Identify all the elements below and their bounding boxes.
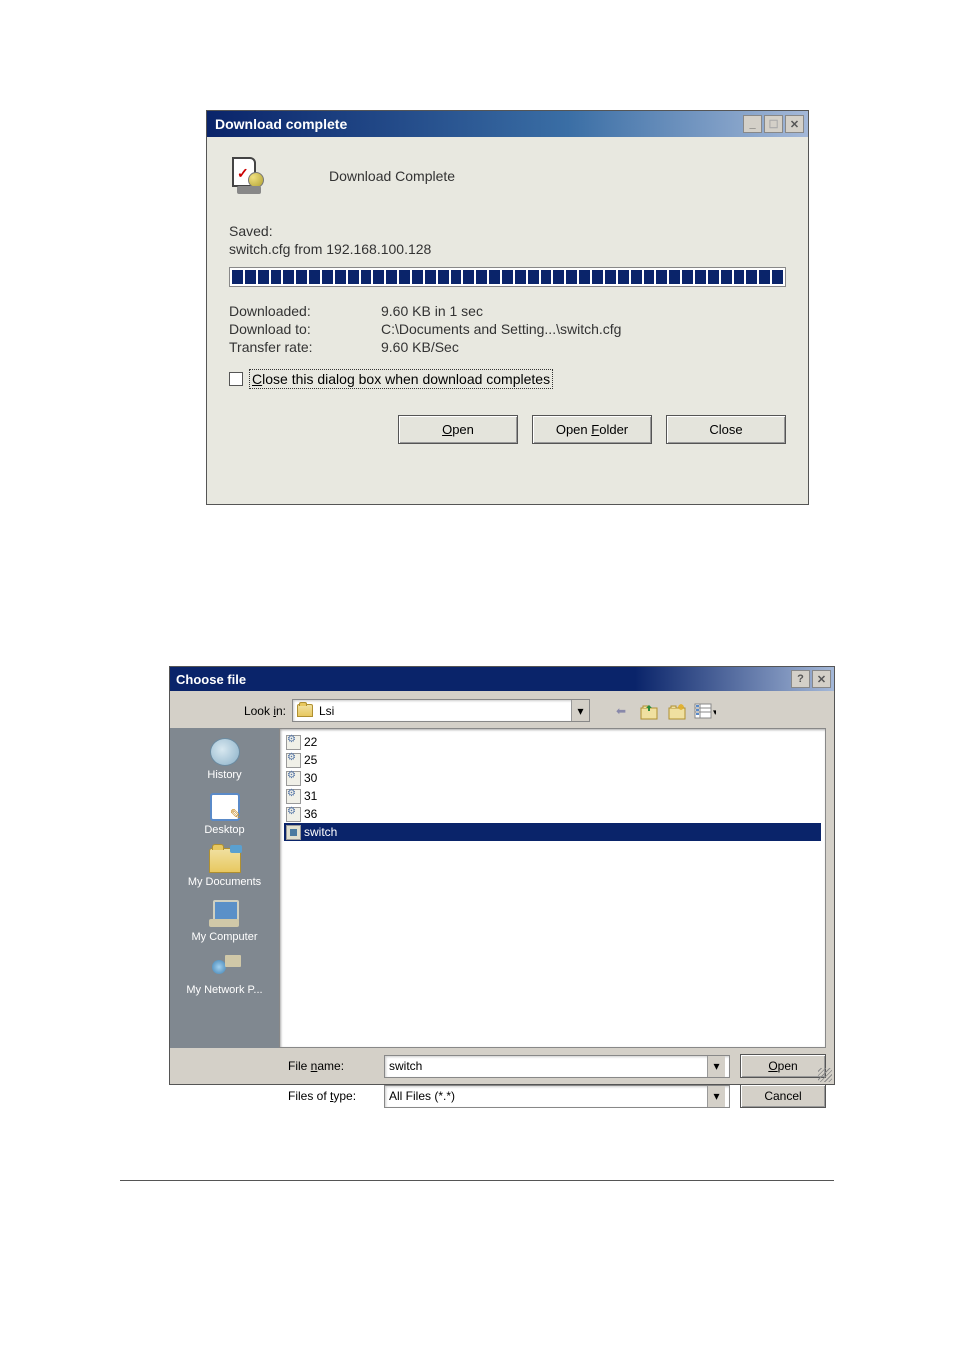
history-icon <box>210 738 240 766</box>
choose-file-dialog: Choose file ? ✕ Look in: Lsi ▾ ⬅ ▾ <box>169 666 835 1085</box>
help-button[interactable]: ? <box>791 670 810 688</box>
downloadto-value: C:\Documents and Setting...\switch.cfg <box>381 321 621 337</box>
dropdown-arrow-icon[interactable]: ▾ <box>707 1086 725 1107</box>
titlebar-buttons: _ ☐ ✕ <box>743 115 804 133</box>
config-file-icon <box>286 735 301 750</box>
downloaded-label: Downloaded: <box>229 303 381 319</box>
lookin-value: Lsi <box>319 704 334 718</box>
close-button[interactable]: ✕ <box>812 670 831 688</box>
dropdown-arrow-icon[interactable]: ▾ <box>707 1056 725 1077</box>
close-on-complete-label: Close this dialog box when download comp… <box>249 369 553 389</box>
view-menu-button[interactable]: ▾ <box>694 700 716 722</box>
places-my-network[interactable]: My Network P... <box>177 951 273 1000</box>
dialog-body: ✓ Download Complete Saved: switch.cfg fr… <box>207 137 808 462</box>
switch-file-icon <box>286 825 301 840</box>
up-one-level-button[interactable] <box>638 700 660 722</box>
my-network-icon <box>209 955 241 981</box>
open-folder-button[interactable]: Open Folder <box>532 415 652 444</box>
places-history[interactable]: History <box>177 734 273 785</box>
file-item[interactable]: 31 <box>284 787 821 805</box>
my-computer-icon <box>209 900 241 928</box>
svg-text:▾: ▾ <box>713 707 716 717</box>
filetype-dropdown[interactable]: All Files (*.*) ▾ <box>384 1085 730 1108</box>
downloaded-value: 9.60 KB in 1 sec <box>381 303 483 319</box>
lookin-dropdown[interactable]: Lsi ▾ <box>292 699 590 722</box>
close-dialog-button[interactable]: Close <box>666 415 786 444</box>
config-file-icon <box>286 789 301 804</box>
horizontal-rule <box>120 1180 834 1181</box>
config-file-icon <box>286 807 301 822</box>
desktop-icon <box>210 793 240 821</box>
config-file-icon <box>286 771 301 786</box>
download-complete-dialog: Download complete _ ☐ ✕ ✓ Download Compl… <box>206 110 809 505</box>
filename-label: File name: <box>288 1059 374 1073</box>
filetype-label: Files of type: <box>288 1089 374 1103</box>
cancel-button[interactable]: Cancel <box>740 1084 826 1108</box>
places-bar: History Desktop My Documents My Computer… <box>170 728 279 1048</box>
close-on-complete-checkbox[interactable] <box>229 372 243 386</box>
minimize-button[interactable]: _ <box>743 115 762 133</box>
folder-icon <box>297 704 313 717</box>
window-title: Download complete <box>215 116 347 132</box>
transferrate-label: Transfer rate: <box>229 339 381 355</box>
dropdown-arrow-icon[interactable]: ▾ <box>571 700 589 721</box>
file-item[interactable]: 30 <box>284 769 821 787</box>
file-item[interactable]: 22 <box>284 733 821 751</box>
places-desktop[interactable]: Desktop <box>177 789 273 840</box>
new-folder-button[interactable] <box>666 700 688 722</box>
my-documents-icon <box>209 848 241 873</box>
downloadto-label: Download to: <box>229 321 381 337</box>
saved-label: Saved: <box>229 223 786 239</box>
download-complete-heading: Download Complete <box>329 168 455 184</box>
filename-input[interactable]: switch ▾ <box>384 1055 730 1078</box>
close-button[interactable]: ✕ <box>785 115 804 133</box>
transferrate-value: 9.60 KB/Sec <box>381 339 459 355</box>
download-complete-icon: ✓ <box>229 157 269 195</box>
back-button[interactable]: ⬅ <box>610 700 632 722</box>
file-item-selected[interactable]: switch <box>284 823 821 841</box>
file-list-pane[interactable]: 22 25 30 31 36 switch <box>279 728 826 1048</box>
file-item[interactable]: 25 <box>284 751 821 769</box>
titlebar: Download complete _ ☐ ✕ <box>207 111 808 137</box>
lookin-label: Look in: <box>178 704 286 718</box>
open-button[interactable]: Open <box>398 415 518 444</box>
places-my-computer[interactable]: My Computer <box>177 896 273 947</box>
progress-bar <box>229 267 786 287</box>
places-my-documents[interactable]: My Documents <box>177 844 273 892</box>
config-file-icon <box>286 753 301 768</box>
maximize-button: ☐ <box>764 115 783 133</box>
saved-value: switch.cfg from 192.168.100.128 <box>229 241 786 257</box>
file-item[interactable]: 36 <box>284 805 821 823</box>
window-title: Choose file <box>176 672 246 687</box>
open-button[interactable]: Open <box>740 1054 826 1078</box>
titlebar: Choose file ? ✕ <box>170 667 834 691</box>
resize-grip[interactable] <box>818 1068 832 1082</box>
